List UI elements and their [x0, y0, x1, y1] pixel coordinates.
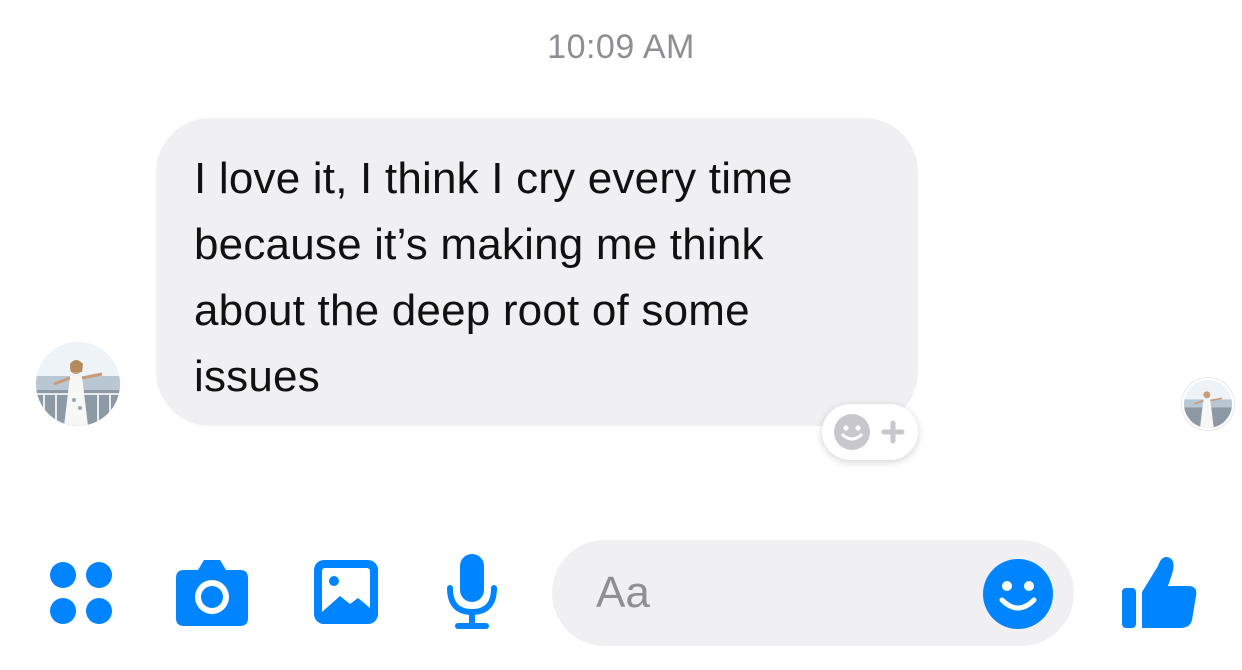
- emoji-smiley-icon[interactable]: [982, 558, 1054, 630]
- received-message-bubble[interactable]: I love it, I think I cry every time beca…: [156, 118, 918, 426]
- camera-icon[interactable]: [174, 556, 250, 628]
- four-dots-menu-icon[interactable]: [48, 560, 114, 626]
- microphone-icon[interactable]: [444, 552, 500, 632]
- seen-by-avatar: [1182, 378, 1234, 430]
- sender-avatar[interactable]: [36, 342, 120, 426]
- message-text: I love it, I think I cry every time beca…: [194, 154, 793, 401]
- message-timestamp: 10:09 AM: [547, 28, 695, 66]
- message-composer: [552, 540, 1074, 646]
- photo-gallery-icon[interactable]: [312, 556, 380, 628]
- thumbs-up-icon[interactable]: [1118, 552, 1198, 632]
- add-reaction-button[interactable]: [822, 404, 918, 460]
- add-reaction-icon: [834, 414, 905, 450]
- message-input[interactable]: [596, 564, 976, 622]
